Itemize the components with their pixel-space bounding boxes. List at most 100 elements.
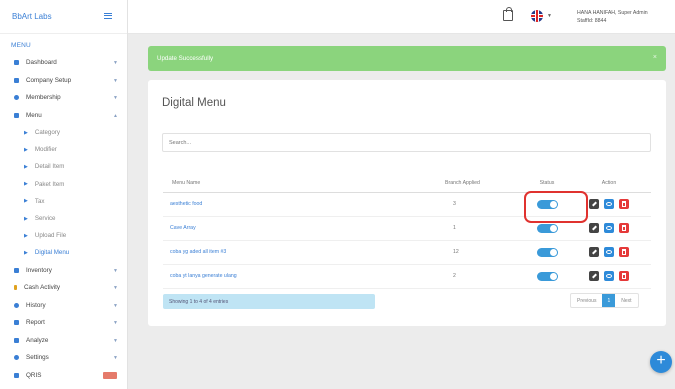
sidebar-item-label: Cash Activity (24, 284, 61, 292)
sidebar-subitem-service[interactable]: ▶ Service (0, 210, 128, 227)
subitem-label: Detail Item (34, 163, 65, 171)
edit-icon[interactable] (589, 223, 599, 233)
menu-icon (14, 112, 19, 118)
cash-icon (14, 285, 17, 291)
chevron-down-icon: ▼ (113, 337, 118, 344)
chevron-down-icon: ▼ (113, 302, 118, 309)
sidebar-subitem-digital-menu[interactable]: ▶ Digital Menu (0, 244, 128, 261)
menu-name-link[interactable]: aesthetic food (163, 192, 445, 217)
status-toggle[interactable] (537, 271, 558, 281)
menu-name-link[interactable]: coba yt lanya generate ulang (163, 264, 445, 289)
page-title: Digital Menu (162, 97, 226, 109)
new-badge (103, 371, 117, 379)
chevron-down-icon: ▼ (113, 60, 118, 66)
edit-icon[interactable] (589, 199, 599, 209)
view-icon[interactable] (604, 223, 614, 233)
delete-icon[interactable] (619, 223, 629, 233)
chevron-down-icon[interactable]: ▼ (547, 13, 552, 19)
sidebar-item-membership[interactable]: Membership ▼ (0, 89, 128, 107)
sidebar-subitem-upload-file[interactable]: ▶ Upload File (0, 227, 128, 244)
sidebar-item-cash-activity[interactable]: Cash Activity ▼ (0, 279, 128, 297)
status-toggle[interactable] (537, 223, 558, 233)
sidebar-item-company-setup[interactable]: Company Setup ▼ (0, 72, 128, 90)
view-icon[interactable] (604, 199, 614, 209)
company-icon (14, 77, 19, 83)
sidebar-item-analyze[interactable]: Analyze ▼ (0, 332, 128, 350)
sidebar-item-label: Membership (26, 94, 61, 102)
caret-right-icon: ▶ (24, 198, 28, 205)
add-button[interactable]: + (650, 351, 672, 373)
chevron-down-icon: ▼ (113, 320, 118, 326)
success-alert: Update Successfully × (148, 46, 666, 71)
sidebar-subitem-paket-item[interactable]: ▶ Paket Item (0, 176, 128, 193)
shopping-bag-icon[interactable] (503, 7, 513, 21)
subitem-label: Paket Item (34, 180, 65, 188)
branch-count: 12 (445, 240, 527, 265)
sidebar-item-label: Menu (26, 111, 42, 119)
pagination: Previous 1 Next (570, 293, 639, 308)
sidebar-subitem-modifier[interactable]: ▶ Modifier (0, 141, 128, 158)
sidebar-item-report[interactable]: Report ▼ (0, 314, 128, 332)
user-info[interactable]: HANA HANIFAH, Super Admin StaffId: 8844 (577, 9, 648, 25)
sidebar-item-history[interactable]: History ▼ (0, 297, 128, 315)
sidebar-item-qris[interactable]: QRIS (0, 367, 128, 385)
chevron-up-icon: ▲ (113, 112, 118, 119)
subitem-label: Upload File (34, 232, 67, 240)
caret-right-icon: ▶ (24, 249, 28, 256)
sidebar-item-menu[interactable]: Menu ▲ (0, 107, 128, 125)
status-toggle[interactable] (537, 247, 558, 257)
subitem-label: Category (34, 129, 60, 137)
chevron-down-icon: ▼ (113, 77, 118, 84)
previous-button[interactable]: Previous (571, 294, 602, 307)
column-header-menu-name[interactable]: Menu Name (163, 174, 445, 193)
menu-name-link[interactable]: Cave Array (163, 216, 445, 241)
digital-menu-card: Digital Menu Menu Name Branch Applied St… (148, 80, 666, 326)
table-row: coba yg aded all item #3 12 (163, 240, 651, 265)
history-icon (14, 302, 19, 308)
sidebar-nav: Dashboard ▼ Company Setup ▼ Membership ▼… (0, 54, 128, 384)
view-icon[interactable] (604, 247, 614, 257)
page-1-button[interactable]: 1 (602, 294, 616, 307)
sidebar-item-label: Company Setup (26, 76, 72, 84)
subitem-label: Tax (34, 197, 45, 205)
action-group (567, 223, 651, 233)
sidebar-subitem-detail-item[interactable]: ▶ Detail Item (0, 158, 128, 175)
table-row: coba yt lanya generate ulang 2 (163, 264, 651, 289)
qris-icon (14, 372, 19, 378)
sidebar-item-label: History (26, 301, 46, 309)
delete-icon[interactable] (619, 199, 629, 209)
column-header-branch-applied[interactable]: Branch Applied (445, 174, 527, 193)
sidebar-item-label: Inventory (26, 266, 52, 274)
caret-right-icon: ▶ (24, 181, 28, 188)
column-header-status[interactable]: Status (527, 174, 567, 193)
close-icon[interactable]: × (653, 54, 657, 61)
uk-flag-icon[interactable] (531, 10, 543, 22)
subitem-label: Service (34, 215, 56, 223)
user-name: HANA HANIFAH, Super Admin (577, 10, 648, 16)
menu-name-link[interactable]: coba yg aded all item #3 (163, 240, 445, 265)
sidebar-item-settings[interactable]: Settings ▼ (0, 349, 128, 367)
hamburger-icon[interactable] (104, 13, 112, 19)
sidebar-item-label: QRIS (26, 371, 42, 379)
topbar: ▼ HANA HANIFAH, Super Admin StaffId: 884… (128, 0, 675, 34)
action-group (567, 247, 651, 257)
next-button[interactable]: Next (615, 294, 637, 307)
delete-icon[interactable] (619, 247, 629, 257)
sidebar-subitem-category[interactable]: ▶ Category (0, 124, 128, 141)
chevron-down-icon: ▼ (113, 355, 118, 361)
search-input[interactable] (162, 133, 651, 152)
view-icon[interactable] (604, 271, 614, 281)
branch-count: 1 (445, 216, 527, 241)
sidebar-item-dashboard[interactable]: Dashboard ▼ (0, 54, 128, 72)
table-header-row: Menu Name Branch Applied Status Action (163, 174, 651, 193)
sidebar-item-inventory[interactable]: Inventory ▼ (0, 262, 128, 280)
edit-icon[interactable] (589, 271, 599, 281)
dashboard-icon (14, 60, 19, 66)
delete-icon[interactable] (619, 271, 629, 281)
sidebar-item-label: Dashboard (26, 59, 57, 67)
subitem-label: Modifier (34, 146, 57, 154)
edit-icon[interactable] (589, 247, 599, 257)
sidebar-subitem-tax[interactable]: ▶ Tax (0, 193, 128, 210)
staff-id: StaffId: 8844 (577, 18, 607, 24)
settings-icon (14, 355, 19, 361)
